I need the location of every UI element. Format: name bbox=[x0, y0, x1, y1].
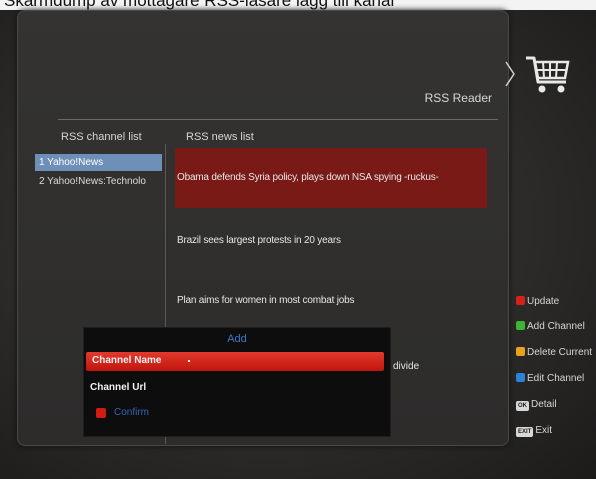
exit-key-icon: EXIT bbox=[516, 427, 534, 437]
menu-bracket-icon bbox=[505, 61, 515, 87]
news-list-header: RSS news list bbox=[186, 131, 254, 143]
channel-name-label: Channel Name bbox=[92, 355, 162, 366]
channel-list-header: RSS channel list bbox=[61, 131, 142, 143]
legend-update[interactable]: Update bbox=[516, 296, 559, 307]
screen-title: RSS Reader bbox=[424, 91, 492, 105]
text-cursor bbox=[188, 360, 190, 362]
shopping-cart-icon bbox=[526, 56, 570, 93]
legend-detail[interactable]: OK Detail bbox=[516, 399, 557, 411]
legend-exit-label: Exit bbox=[535, 425, 553, 436]
title-divider bbox=[58, 119, 498, 120]
green-key-icon bbox=[516, 321, 525, 330]
red-key-icon bbox=[516, 296, 525, 305]
channel-name-field[interactable]: Channel Name bbox=[86, 352, 384, 371]
caption-text: Skärmdump av mottagare RSS-läsare lägg t… bbox=[4, 0, 395, 10]
news-item-3[interactable]: Plan aims for women in most combat jobs bbox=[175, 271, 487, 331]
news-item-2[interactable]: Brazil sees largest protests in 20 years bbox=[175, 211, 487, 271]
legend-edit-channel[interactable]: Edit Channel bbox=[516, 373, 584, 384]
channel-url-field[interactable]: Channel Url bbox=[90, 382, 146, 393]
legend-exit[interactable]: EXIT Exit bbox=[516, 425, 552, 437]
news-item-4-visible-tail: divide bbox=[393, 361, 420, 372]
ok-key-icon: OK bbox=[516, 401, 529, 411]
add-channel-dialog: Add Channel Name Channel Url Confirm bbox=[83, 327, 391, 437]
legend-edit-channel-label: Edit Channel bbox=[527, 373, 585, 384]
legend-delete-current[interactable]: Delete Current bbox=[516, 347, 592, 358]
yellow-key-icon bbox=[516, 347, 525, 356]
legend-update-label: Update bbox=[527, 296, 560, 307]
channel-item-1[interactable]: 1 Yahoo!News bbox=[35, 154, 162, 171]
legend-add-channel[interactable]: Add Channel bbox=[516, 321, 585, 332]
legend-add-channel-label: Add Channel bbox=[527, 321, 585, 332]
legend-delete-current-label: Delete Current bbox=[527, 347, 593, 358]
red-confirm-key-icon bbox=[96, 408, 106, 418]
news-item-1[interactable]: Obama defends Syria policy, plays down N… bbox=[175, 148, 487, 208]
legend-detail-label: Detail bbox=[531, 399, 557, 410]
confirm-button[interactable]: Confirm bbox=[114, 407, 149, 418]
caption-strip: Skärmdump av mottagare RSS-läsare lägg t… bbox=[0, 0, 596, 10]
blue-key-icon bbox=[516, 373, 525, 382]
dialog-title: Add bbox=[227, 333, 247, 345]
channel-item-2[interactable]: 2 Yahoo!News:Technolo bbox=[35, 173, 162, 190]
